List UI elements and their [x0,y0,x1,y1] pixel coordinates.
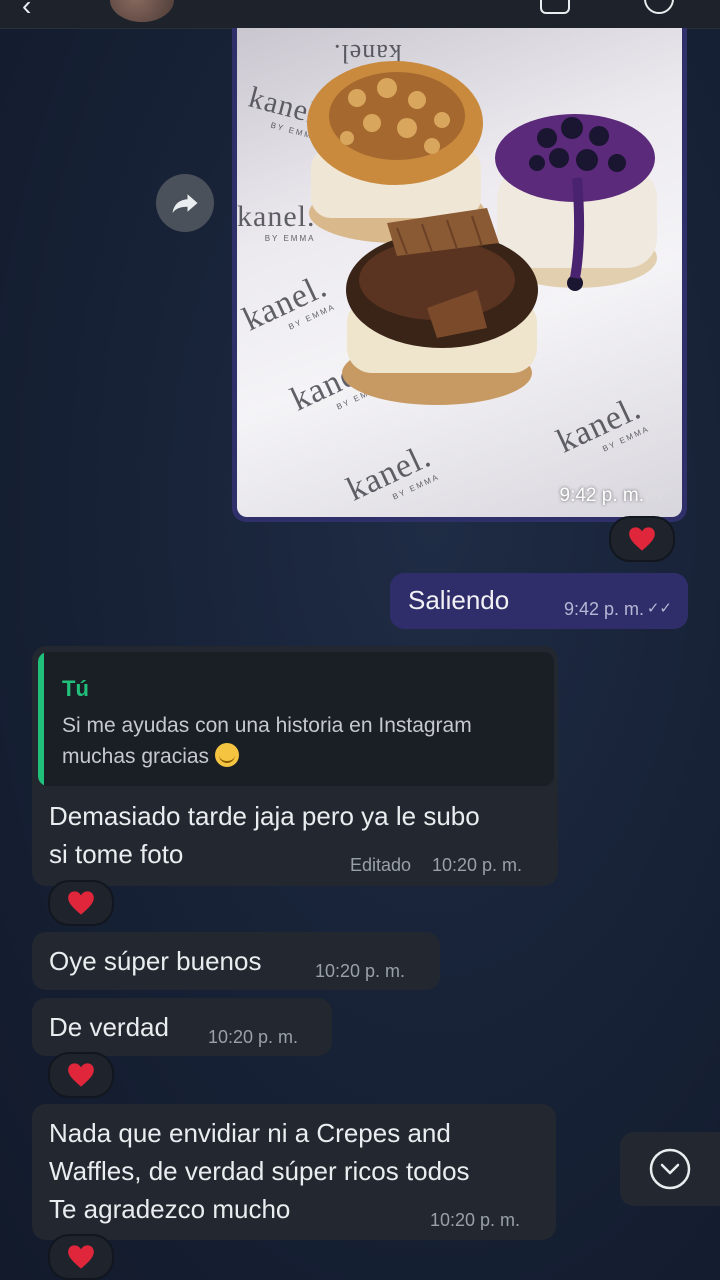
chat-header: ‹ [0,0,720,29]
video-call-icon[interactable] [540,0,570,14]
message-text: Nada que envidiar ni a Crepes and Waffle… [49,1118,470,1224]
reaction-badge[interactable] [609,516,675,562]
edited-label: Editado [350,855,412,875]
double-check-icon: ✓✓ [646,600,672,617]
smiling-blush-emoji-icon [215,743,240,767]
scroll-to-bottom-button[interactable] [620,1132,720,1206]
red-heart-icon [629,527,655,551]
quote-text: Si me ayudas con una historia en Instagr… [62,710,472,772]
back-icon[interactable]: ‹ [22,0,31,22]
quote-author: Tú [62,676,89,701]
call-icon[interactable] [644,0,674,14]
reaction-badge[interactable] [48,880,114,926]
message-time: 10:20 p. m. [430,1210,521,1230]
double-check-icon: ✓✓ [642,487,668,504]
message-time: 9:42 p. m. [563,599,644,619]
incoming-message[interactable]: Oye súper buenos 10:20 p. m. [32,932,440,990]
red-heart-icon [68,1245,94,1269]
quoted-message[interactable]: Tú Si me ayudas con una historia en Inst… [38,652,554,786]
forward-button[interactable] [156,174,214,232]
reaction-badge[interactable] [48,1234,114,1280]
red-heart-icon [68,1063,94,1087]
outgoing-message[interactable]: Saliendo 9:42 p. m. ✓✓ [390,573,688,629]
dessert-illustration [307,61,657,405]
chevron-down-circle-icon [649,1148,691,1190]
quote-text-content: Si me ayudas con una historia en Instagr… [62,714,472,768]
incoming-message[interactable]: Tú Si me ayudas con una historia en Inst… [32,646,558,886]
photo[interactable]: kanel. kanel. BY EMMA kanel. BY EMMA kanel… [237,28,682,517]
message-text: De verdad [49,1012,169,1042]
message-time: 10:20 p. m. [432,855,523,875]
photo-message[interactable]: kanel. kanel. BY EMMA kanel. BY EMMA kanel… [232,28,687,522]
message-text: Oye súper buenos [49,946,262,976]
message-time: 9:42 p. m. [559,485,645,506]
avatar[interactable] [110,0,174,22]
message-time: 10:20 p. m. [208,1027,299,1047]
incoming-message[interactable]: Nada que envidiar ni a Crepes and Waffle… [32,1104,556,1240]
reaction-badge[interactable] [48,1052,114,1098]
message-text: Demasiado tarde jaja pero ya le subo si … [49,801,480,869]
quote-accent-bar [38,652,44,786]
incoming-message[interactable]: De verdad 10:20 p. m. [32,998,332,1056]
forward-arrow-icon [172,194,198,213]
message-time: 10:20 p. m. [315,961,406,981]
red-heart-icon [68,891,94,915]
message-text: Saliendo [408,585,510,615]
